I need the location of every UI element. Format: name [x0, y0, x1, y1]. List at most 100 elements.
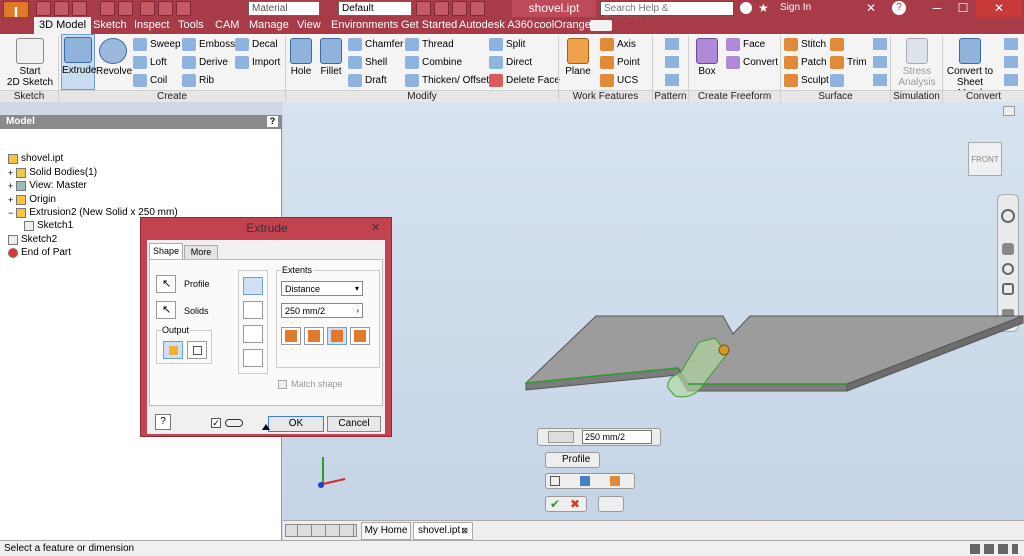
tab-autodesk-a360[interactable]: Autodesk A360	[454, 17, 538, 34]
browser-help-icon[interactable]: ?	[267, 116, 278, 127]
pattern-icons[interactable]	[665, 38, 679, 88]
shell-button[interactable]: Shell	[348, 56, 387, 69]
solids-select-button[interactable]: ↖	[156, 301, 176, 319]
sweep-button[interactable]: Sweep	[133, 38, 181, 51]
expand-icon[interactable]: +	[8, 195, 13, 205]
tile-icons[interactable]	[285, 524, 357, 537]
new-icon[interactable]	[36, 1, 51, 16]
import-button[interactable]: Import	[235, 56, 280, 69]
tree-item-view[interactable]: + View: Master	[8, 180, 87, 191]
shovel-model[interactable]	[283, 102, 1024, 520]
cancel-button[interactable]: Cancel	[327, 416, 381, 432]
preview-checkbox[interactable]: ✓	[211, 418, 221, 428]
collapse-icon[interactable]: −	[8, 208, 13, 218]
tree-item-sketch1[interactable]: Sketch1	[24, 220, 73, 231]
intersect-button[interactable]	[243, 325, 263, 343]
tab-inspect[interactable]: Inspect	[129, 17, 174, 34]
point-button[interactable]: Point	[600, 56, 640, 69]
save-icon[interactable]	[72, 1, 87, 16]
tab-3d-model[interactable]: 3D Model	[34, 17, 92, 34]
mini-profile-button[interactable]: Profile	[545, 452, 600, 468]
adjust-icon[interactable]	[434, 1, 449, 16]
loft-button[interactable]: Loft	[133, 56, 167, 69]
match-shape-checkbox[interactable]	[278, 380, 287, 389]
close-app-icon[interactable]: ✕	[866, 1, 876, 15]
distance-type-icon[interactable]	[548, 431, 574, 443]
tab-get-started[interactable]: Get Started	[396, 17, 462, 34]
help-button[interactable]: ?	[155, 414, 171, 430]
binoculars-icon[interactable]	[740, 2, 752, 14]
stitch-button[interactable]: Stitch	[784, 38, 826, 51]
open-icon[interactable]	[54, 1, 69, 16]
maximize-icon[interactable]: ☐	[950, 0, 976, 17]
graphics-viewport[interactable]: FRONT	[283, 102, 1024, 520]
tree-item-solid-bodies[interactable]: + Solid Bodies(1)	[8, 167, 97, 178]
tab-view[interactable]: View	[292, 17, 326, 34]
sculpt-button[interactable]: Sculpt	[784, 74, 829, 87]
redo-icon[interactable]	[118, 1, 133, 16]
browser-title[interactable]: Model	[6, 116, 35, 127]
sign-in-link[interactable]: Sign In	[780, 2, 811, 13]
chamfer-button[interactable]: Chamfer	[348, 38, 403, 51]
ribbon-options-icon[interactable]	[590, 20, 612, 31]
status-icons[interactable]	[970, 544, 1018, 554]
rib-button[interactable]: Rib	[182, 74, 214, 87]
split-button[interactable]: Split	[489, 38, 525, 51]
trim-button[interactable]: Trim	[830, 56, 867, 69]
extend-button[interactable]	[830, 38, 844, 51]
minimize-icon[interactable]: ─	[924, 0, 950, 17]
thread-button[interactable]: Thread	[405, 38, 454, 51]
revolve-button[interactable]: Revolve	[96, 36, 132, 77]
tree-item-end-of-part[interactable]: End of Part	[8, 247, 71, 258]
ok-check-icon[interactable]: ✔	[550, 497, 560, 511]
direction-default-button[interactable]	[281, 327, 301, 345]
plane-button[interactable]: Plane	[562, 36, 594, 77]
fx-icon[interactable]	[452, 1, 467, 16]
derive-button[interactable]: Derive	[182, 56, 228, 69]
solid-output-icon[interactable]	[550, 476, 560, 486]
delete-face-button[interactable]: Delete Face	[489, 74, 560, 87]
stress-analysis-button[interactable]: Stress Analysis	[893, 36, 941, 88]
tree-item-root[interactable]: shovel.ipt	[8, 153, 63, 164]
chevron-right-icon[interactable]: ›	[356, 304, 359, 318]
patch-button[interactable]: Patch	[784, 56, 827, 69]
tab-shape[interactable]: Shape	[149, 243, 183, 259]
cut-button[interactable]	[243, 301, 263, 319]
operation-icon[interactable]	[610, 476, 620, 486]
tab-environments[interactable]: Environments	[326, 17, 403, 34]
tree-item-origin[interactable]: + Origin	[8, 194, 56, 205]
draft-button[interactable]: Draft	[348, 74, 387, 87]
tab-my-home[interactable]: My Home	[361, 522, 411, 540]
tab-sketch[interactable]: Sketch	[88, 17, 132, 34]
measure-icon[interactable]	[470, 1, 485, 16]
extent-type-select[interactable]: Distance ▾	[281, 281, 363, 296]
expand-icon[interactable]: +	[8, 168, 13, 178]
mini-menu-button[interactable]	[598, 496, 624, 512]
replace-face-button[interactable]	[830, 74, 844, 87]
material-select[interactable]: Material	[248, 1, 320, 16]
dialog-close-icon[interactable]: ✕	[371, 221, 380, 234]
help-icon[interactable]: ?	[892, 1, 906, 15]
expand-dialog-icon[interactable]	[262, 424, 270, 430]
axis-button[interactable]: Axis	[600, 38, 636, 51]
undo-icon[interactable]	[100, 1, 115, 16]
profile-select-button[interactable]: ↖	[156, 275, 176, 293]
expand-icon[interactable]: +	[8, 181, 13, 191]
extrude-button[interactable]: Extrude	[61, 34, 96, 90]
thicken-button[interactable]: Thicken/ Offset	[405, 74, 489, 87]
update-icon[interactable]	[158, 1, 173, 16]
appearance-select[interactable]: Default	[338, 1, 412, 16]
fillet-button[interactable]: Fillet	[316, 36, 346, 77]
tab-cam[interactable]: CAM	[210, 17, 244, 34]
tab-shovel[interactable]: shovel.ipt ⊠	[413, 522, 473, 540]
star-icon[interactable]: ★	[758, 1, 769, 15]
direction-symmetric-button[interactable]	[327, 327, 347, 345]
direction-icon[interactable]	[580, 476, 590, 486]
close-window-icon[interactable]: ✕	[976, 0, 1022, 17]
ribbon-extra-buttons[interactable]	[1004, 38, 1018, 86]
tab-tools[interactable]: Tools	[173, 17, 209, 34]
cancel-x-icon[interactable]: ✖	[570, 497, 580, 511]
new-solid-button[interactable]	[243, 349, 263, 367]
home-icon[interactable]	[140, 1, 155, 16]
hole-button[interactable]: Hole	[287, 36, 315, 77]
